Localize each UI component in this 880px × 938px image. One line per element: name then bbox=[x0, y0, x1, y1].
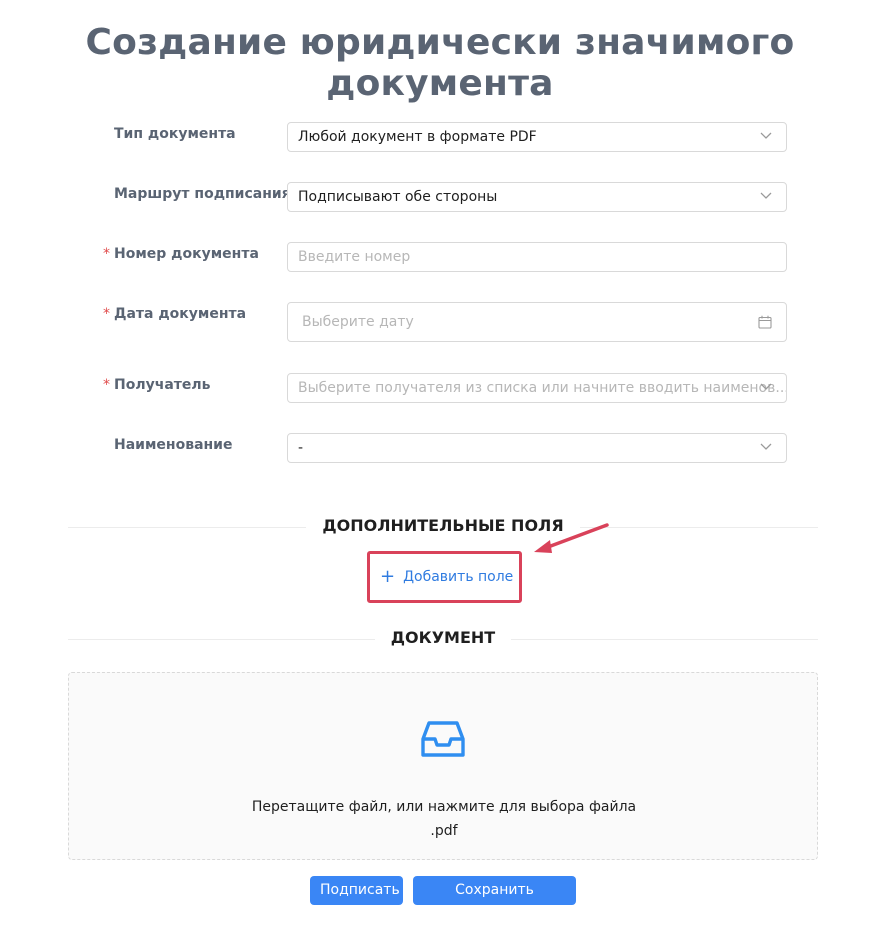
save-draft-button[interactable]: Сохранить черновик bbox=[413, 876, 576, 927]
chevron-down-icon bbox=[760, 132, 772, 139]
doc-number-row: * Номер документа Введите номер bbox=[0, 242, 880, 282]
doc-date-picker[interactable]: Выберите дату bbox=[287, 302, 787, 342]
page-title: Создание юридически значимого документа bbox=[85, 22, 795, 104]
doc-type-value: Любой документ в формате PDF bbox=[298, 129, 537, 145]
annotation-arrow-icon bbox=[534, 523, 609, 553]
calendar-icon bbox=[758, 315, 772, 329]
recipient-select[interactable]: Выберите получателя из списка или начнит… bbox=[287, 373, 787, 403]
doc-type-row: Тип документа Любой документ в формате P… bbox=[0, 122, 880, 162]
doc-date-placeholder: Выберите дату bbox=[302, 314, 414, 330]
document-title: ДОКУМЕНТ bbox=[374, 628, 512, 647]
recipient-placeholder: Выберите получателя из списка или начнит… bbox=[298, 380, 787, 396]
add-field-button[interactable]: + Добавить поле bbox=[380, 566, 513, 587]
doc-type-select[interactable]: Любой документ в формате PDF bbox=[287, 122, 787, 152]
add-field-highlight: + Добавить поле bbox=[367, 551, 522, 603]
route-select[interactable]: Подписывают обе стороны bbox=[287, 182, 787, 212]
doc-number-label-text: Номер документа bbox=[114, 246, 259, 262]
sign-button[interactable]: Подписать bbox=[310, 876, 403, 905]
inbox-icon bbox=[421, 721, 465, 757]
doc-date-label: * Дата документа bbox=[103, 306, 247, 322]
route-value: Подписывают обе стороны bbox=[298, 189, 498, 205]
add-field-label: Добавить поле bbox=[403, 569, 514, 585]
file-dropzone[interactable]: Перетащите файл, или нажмите для выбора … bbox=[68, 672, 818, 860]
name-label: Наименование bbox=[114, 437, 233, 453]
recipient-label-text: Получатель bbox=[114, 377, 211, 393]
route-row: Маршрут подписания Подписывают обе сторо… bbox=[0, 182, 880, 222]
recipient-row: * Получатель Выберите получателя из спис… bbox=[0, 373, 880, 413]
upload-hint: .pdf bbox=[430, 823, 458, 839]
chevron-down-icon bbox=[760, 192, 772, 199]
doc-date-label-text: Дата документа bbox=[114, 306, 247, 322]
required-mark: * bbox=[103, 246, 110, 262]
required-mark: * bbox=[103, 377, 110, 393]
chevron-down-icon bbox=[760, 443, 772, 450]
doc-number-placeholder: Введите номер bbox=[298, 249, 411, 265]
recipient-label: * Получатель bbox=[103, 377, 211, 393]
required-mark: * bbox=[103, 306, 110, 322]
doc-number-input[interactable]: Введите номер bbox=[287, 242, 787, 272]
name-value: - bbox=[298, 440, 304, 456]
route-label: Маршрут подписания bbox=[114, 186, 291, 202]
upload-text: Перетащите файл, или нажмите для выбора … bbox=[251, 799, 637, 815]
name-select[interactable]: - bbox=[287, 433, 787, 463]
doc-number-label: * Номер документа bbox=[103, 246, 259, 262]
chevron-down-icon bbox=[760, 383, 772, 390]
plus-icon: + bbox=[380, 566, 396, 587]
extra-fields-divider: ДОПОЛНИТЕЛЬНЫЕ ПОЛЯ bbox=[68, 516, 818, 540]
document-divider: ДОКУМЕНТ bbox=[68, 628, 818, 652]
name-row: Наименование - bbox=[0, 433, 880, 473]
doc-date-row: * Дата документа Выберите дату bbox=[0, 302, 880, 342]
doc-type-label: Тип документа bbox=[114, 126, 236, 142]
